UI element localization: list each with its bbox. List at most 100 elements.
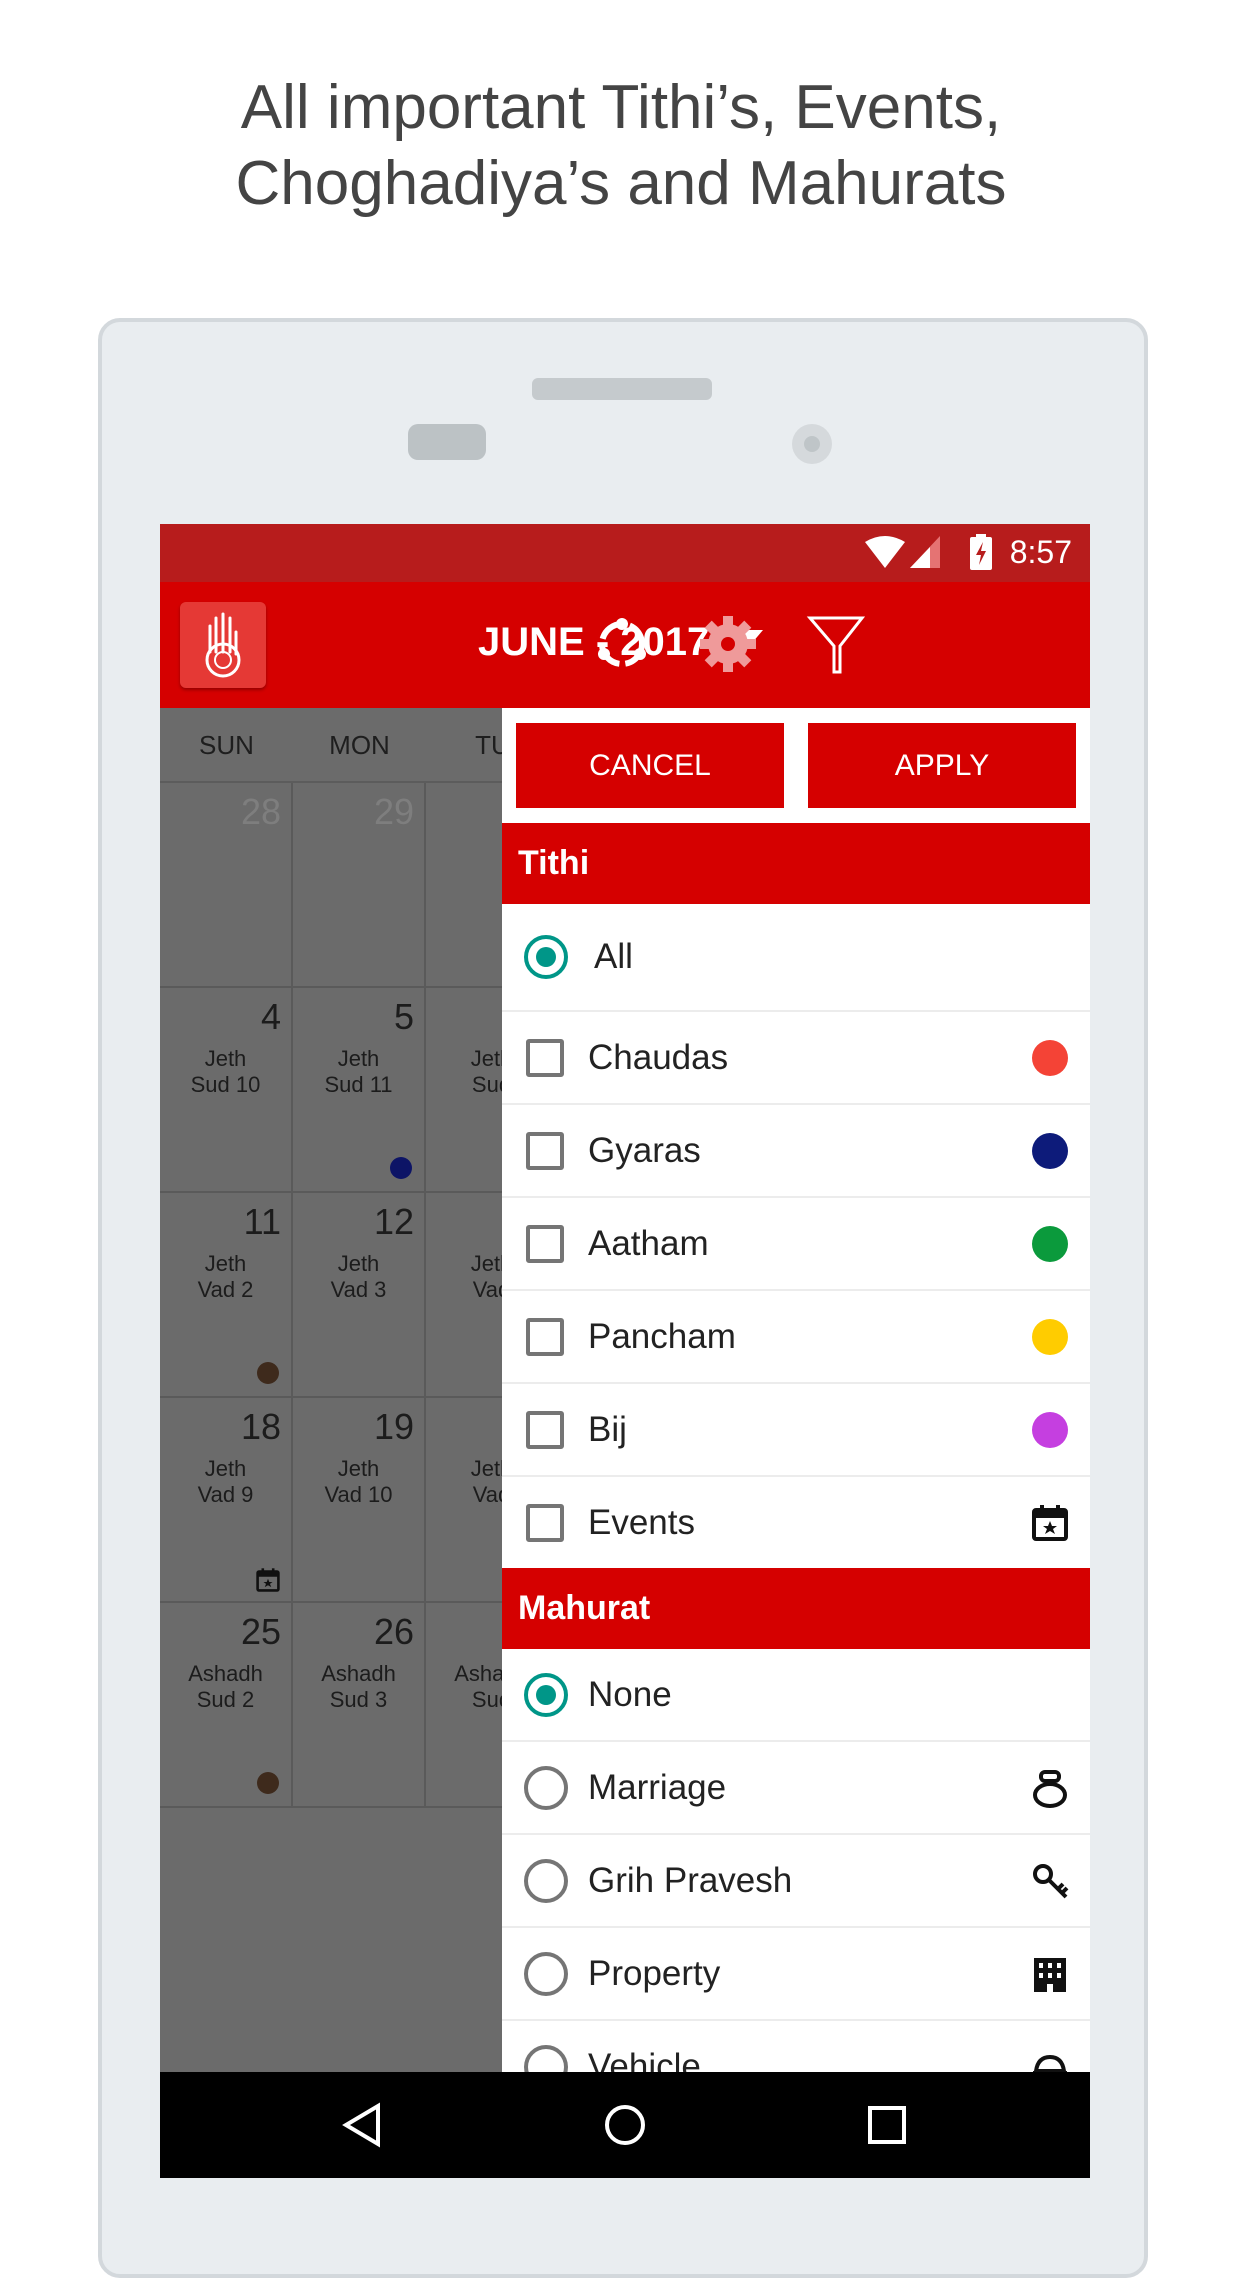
- day-number: 25: [240, 1611, 281, 1652]
- option-label: Pancham: [588, 1316, 736, 1356]
- tithi-label: Jeth Vad 2: [197, 1251, 254, 1302]
- key-icon: [1033, 1864, 1069, 1899]
- tithi-label: Ashadh Sud 3: [321, 1661, 396, 1712]
- option-label: Grih Pravesh: [588, 1860, 793, 1900]
- tithi-option-aatham[interactable]: Aatham: [502, 1198, 1090, 1291]
- tithi-dot-marker: [390, 1157, 412, 1179]
- ring-icon: [1033, 1770, 1067, 1808]
- apply-button[interactable]: APPLY: [808, 723, 1076, 808]
- wifi-icon: [865, 536, 905, 568]
- app-bar: JUNE - 2017: [160, 582, 1090, 708]
- calendar-day-cell[interactable]: 11 Jeth Vad 2: [160, 1193, 293, 1398]
- day-number: 11: [243, 1201, 281, 1242]
- calendar-day-cell[interactable]: 18 Jeth Vad 9: [160, 1398, 293, 1603]
- tithi-dot-marker: [257, 1362, 279, 1384]
- calendar-week-row: 28 29: [160, 783, 559, 988]
- tithi-label: Jeth Sud 11: [324, 1046, 393, 1097]
- calendar-day-cell[interactable]: 29: [293, 783, 426, 988]
- tithi-label: Jeth Sud 10: [190, 1046, 261, 1097]
- app-screen: 8:57 JUNE - 2017 SUN MON TU 28 29 4 Jeth Su…: [160, 524, 1090, 2178]
- calendar-day-cell[interactable]: 26 Ashadh Sud 3: [293, 1603, 426, 1808]
- option-label: Chaudas: [588, 1037, 729, 1077]
- back-icon[interactable]: [340, 2102, 386, 2148]
- option-label: Aatham: [588, 1223, 709, 1263]
- radio-selected[interactable]: [524, 935, 568, 979]
- filter-panel: CANCEL APPLY Tithi All Chaudas Gyaras Aath…: [502, 708, 1090, 2178]
- mahurat-option-grih-pravesh[interactable]: Grih Pravesh: [502, 1835, 1090, 1928]
- tithi-dot-marker: [257, 1772, 279, 1794]
- mahurat-option-marriage[interactable]: Marriage: [502, 1742, 1090, 1835]
- radio-selected[interactable]: [524, 1672, 568, 1717]
- status-bar: 8:57: [160, 524, 1090, 582]
- checkbox[interactable]: [526, 1038, 564, 1077]
- weekday-mon: MON: [329, 730, 390, 760]
- day-number: 18: [240, 1406, 281, 1447]
- checkbox[interactable]: [526, 1131, 564, 1170]
- phone-camera: [792, 424, 832, 464]
- color-swatch: [1032, 1133, 1068, 1169]
- mahurat-option-none[interactable]: None: [502, 1649, 1090, 1742]
- calendar-day-cell[interactable]: 5 Jeth Sud 11: [293, 988, 426, 1193]
- day-number: 5: [393, 996, 414, 1037]
- tithi-option-bij[interactable]: Bij: [502, 1384, 1090, 1477]
- tithi-label: Jeth Vad 9: [197, 1456, 254, 1507]
- radio-button[interactable]: [524, 1765, 568, 1810]
- tithi-option-events[interactable]: Events: [502, 1477, 1090, 1570]
- option-label: Events: [588, 1502, 695, 1542]
- battery-charging-icon: [970, 534, 992, 570]
- calendar-day-cell[interactable]: 28: [160, 783, 293, 988]
- tithi-option-chaudas[interactable]: Chaudas: [502, 1012, 1090, 1105]
- color-swatch: [1032, 1040, 1068, 1076]
- hand-logo-icon: [205, 612, 241, 678]
- calendar-star-icon: [1032, 1505, 1068, 1541]
- app-logo[interactable]: [180, 602, 266, 688]
- mahurat-option-property[interactable]: Property: [502, 1928, 1090, 2021]
- option-label: Gyaras: [588, 1130, 701, 1170]
- calendar-day-cell[interactable]: 12 Jeth Vad 3: [293, 1193, 426, 1398]
- cancel-button[interactable]: CANCEL: [516, 723, 784, 808]
- option-label: Bij: [588, 1409, 627, 1449]
- radio-button[interactable]: [524, 1858, 568, 1903]
- checkbox[interactable]: [526, 1224, 564, 1263]
- option-label: Property: [588, 1953, 721, 1993]
- day-number: 28: [240, 791, 281, 832]
- radio-button[interactable]: [524, 1951, 568, 1996]
- calendar-week-row: 11 Jeth Vad 2 12 Jeth Vad 3 Jeth Vad: [160, 1193, 559, 1398]
- gear-icon[interactable]: [696, 612, 760, 676]
- option-label: None: [588, 1674, 672, 1714]
- checkbox[interactable]: [526, 1410, 564, 1449]
- headline: All important Tithi’s, Events, Choghadiy…: [0, 70, 1242, 222]
- day-number: 19: [373, 1406, 414, 1447]
- tithi-label: Jeth Vad 3: [330, 1251, 387, 1302]
- color-swatch: [1032, 1226, 1068, 1262]
- building-icon: [1034, 1958, 1066, 1992]
- filter-icon[interactable]: [804, 612, 868, 676]
- tithi-section-header: Tithi: [502, 823, 1090, 904]
- calendar-day-cell[interactable]: 25 Ashadh Sud 2: [160, 1603, 293, 1808]
- calendar-day-cell[interactable]: 4 Jeth Sud 10: [160, 988, 293, 1193]
- navigation-bar: [160, 2072, 1090, 2178]
- day-number: 26: [373, 1611, 414, 1652]
- calendar-week-row: 18 Jeth Vad 9 19 Jeth Vad 10 Jeth Vad: [160, 1398, 559, 1603]
- checkbox[interactable]: [526, 1503, 564, 1542]
- home-icon[interactable]: [602, 2102, 648, 2148]
- calendar-week-row: 4 Jeth Sud 10 5 Jeth Sud 11 Jeth Sud: [160, 988, 559, 1193]
- headline-line-2: Choghadiya’s and Mahurats: [235, 149, 1007, 218]
- option-label: All: [594, 937, 633, 976]
- tithi-all-option[interactable]: All: [502, 904, 1090, 1012]
- tithi-option-pancham[interactable]: Pancham: [502, 1291, 1090, 1384]
- calendar-day-cell[interactable]: 19 Jeth Vad 10: [293, 1398, 426, 1603]
- calendar-star-icon: [256, 1568, 280, 1592]
- mahurat-section-header: Mahurat: [502, 1568, 1090, 1649]
- recents-icon[interactable]: [864, 2102, 910, 2148]
- color-swatch: [1032, 1319, 1068, 1355]
- checkbox[interactable]: [526, 1317, 564, 1356]
- option-label: Marriage: [588, 1767, 727, 1807]
- phone-speaker: [532, 378, 712, 400]
- share-icon[interactable]: [590, 612, 654, 676]
- day-number: 12: [373, 1201, 414, 1242]
- tithi-option-gyaras[interactable]: Gyaras: [502, 1105, 1090, 1198]
- tithi-label: Jeth Vad 10: [324, 1456, 393, 1507]
- day-number: 4: [260, 996, 281, 1037]
- signal-icon: [910, 536, 940, 568]
